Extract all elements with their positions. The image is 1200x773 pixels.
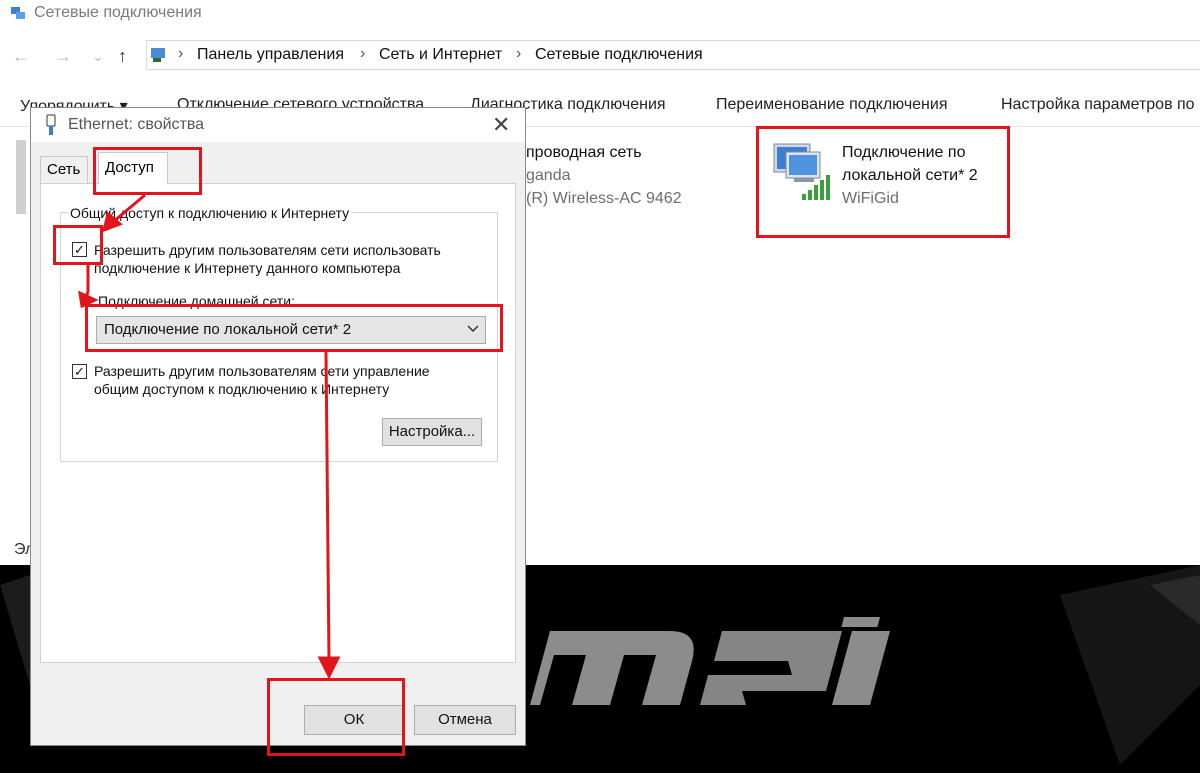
forward-icon[interactable]: → [54, 46, 72, 67]
ethernet-icon [46, 114, 56, 135]
checkmark-icon: ✓ [74, 364, 85, 379]
allow-control-label-line1[interactable]: Разрешить другим пользователям сети упра… [94, 362, 430, 380]
breadcrumb-separator: › [360, 45, 366, 62]
breadcrumb-control-panel[interactable]: Панель управления [197, 46, 344, 64]
ics-group-label: Общий доступ к подключению к Интернету [68, 205, 352, 221]
wireless-network-name: ganda [526, 167, 571, 184]
recent-dropdown-icon[interactable]: ⌄ [92, 48, 104, 65]
breadcrumb-separator: › [178, 45, 184, 62]
allow-control-label-line2[interactable]: общим доступом к подключению к Интернету [94, 380, 389, 398]
breadcrumb-network-internet[interactable]: Сеть и Интернет [379, 46, 502, 64]
highlight-home-select [85, 304, 503, 352]
selected-item-edge [16, 140, 26, 214]
breadcrumb-network-connections[interactable]: Сетевые подключения [535, 46, 703, 64]
breadcrumb-separator: › [516, 45, 522, 62]
dialog-title: Ethernet: свойства [68, 116, 205, 133]
highlight-allow-checkbox [53, 225, 103, 265]
allow-sharing-label-line2[interactable]: подключение к Интернету данного компьюте… [94, 259, 400, 277]
cancel-button[interactable]: Отмена [414, 705, 516, 735]
highlight-sharing-tab [93, 147, 202, 195]
close-icon[interactable]: ✕ [492, 112, 510, 138]
settings-button[interactable]: Настройка... [382, 418, 482, 446]
window-title: Сетевые подключения [34, 4, 202, 21]
wireless-connection-name[interactable]: проводная сеть [526, 144, 642, 162]
wireless-adapter-name: (R) Wireless-AC 9462 [526, 190, 682, 207]
allow-sharing-label-line1[interactable]: Разрешить другим пользователям сети испо… [94, 241, 441, 259]
highlight-ok-button [267, 678, 405, 756]
rename-button[interactable]: Переименование подключения [716, 96, 947, 114]
back-icon[interactable]: ← [12, 46, 30, 67]
change-settings-button[interactable]: Настройка параметров по [1001, 96, 1195, 114]
up-icon[interactable]: ↑ [118, 46, 127, 67]
control-panel-icon [151, 48, 165, 62]
allow-control-checkbox[interactable]: ✓ [72, 364, 87, 379]
network-connections-icon [11, 7, 25, 19]
highlight-local-connection [756, 126, 1010, 238]
tab-network[interactable]: Сеть [40, 156, 88, 184]
